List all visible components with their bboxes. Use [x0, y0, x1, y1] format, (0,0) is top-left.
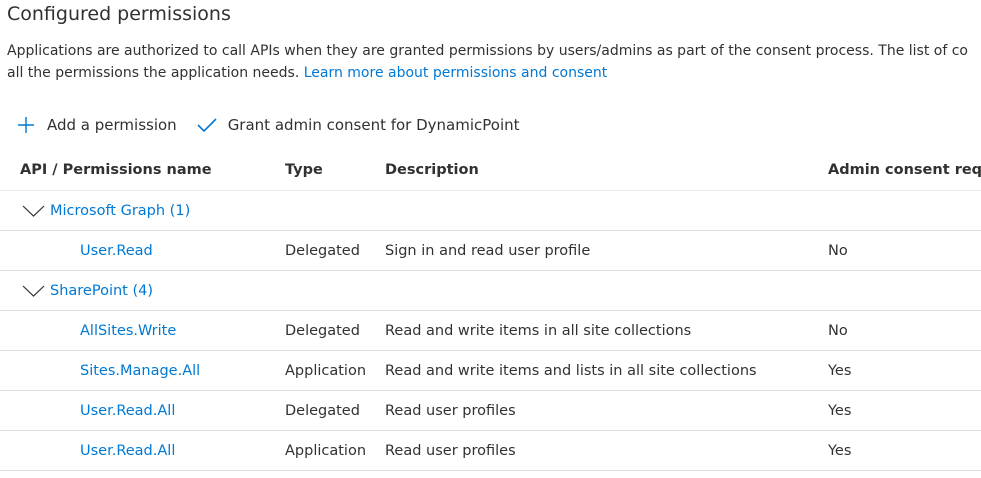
- group-toggle-microsoft-graph[interactable]: Microsoft Graph (1): [22, 191, 190, 230]
- chevron-down-icon: [22, 204, 50, 218]
- configured-permissions-panel: Configured permissions Applications are …: [0, 0, 981, 478]
- group-row-sharepoint: SharePoint (4): [0, 271, 981, 311]
- permission-type: Delegated: [285, 322, 360, 339]
- admin-consent-required: Yes: [828, 442, 852, 459]
- add-permission-button[interactable]: Add a permission: [16, 115, 177, 135]
- table-row: AllSites.Write Delegated Read and write …: [0, 311, 981, 351]
- permission-description: Read user profiles: [385, 442, 516, 459]
- grant-admin-consent-button[interactable]: Grant admin consent for DynamicPoint: [196, 116, 520, 134]
- table-row: User.Read.All Delegated Read user profil…: [0, 391, 981, 431]
- plus-icon: [16, 115, 47, 135]
- admin-consent-required: No: [828, 242, 848, 259]
- add-permission-label: Add a permission: [47, 116, 177, 134]
- permission-type: Application: [285, 362, 367, 379]
- permission-name-link[interactable]: AllSites.Write: [80, 311, 176, 350]
- table-row: Sites.Manage.All Application Read and wr…: [0, 351, 981, 391]
- grant-admin-consent-label: Grant admin consent for DynamicPoint: [227, 116, 520, 134]
- permission-type: Application: [285, 442, 367, 459]
- admin-consent-required: No: [828, 322, 848, 339]
- permission-description: Read and write items in all site collect…: [385, 322, 692, 339]
- table-row: User.Read Delegated Sign in and read use…: [0, 231, 981, 271]
- command-bar: Add a permission Grant admin consent for…: [16, 113, 520, 137]
- permissions-table: API / Permissions name Type Description …: [0, 150, 981, 471]
- column-header-description[interactable]: Description: [385, 150, 479, 190]
- permission-type: Delegated: [285, 242, 360, 259]
- table-header: API / Permissions name Type Description …: [0, 150, 981, 191]
- group-label: Microsoft Graph (1): [50, 202, 191, 219]
- permission-description: Read and write items and lists in all si…: [385, 362, 757, 379]
- permission-description: Sign in and read user profile: [385, 242, 591, 259]
- checkmark-icon: [196, 116, 228, 134]
- group-row-microsoft-graph: Microsoft Graph (1): [0, 191, 981, 231]
- description-line-2-text: all the permissions the application need…: [7, 65, 300, 81]
- description-line-1: Applications are authorized to call APIs…: [7, 43, 968, 59]
- permission-name-link[interactable]: User.Read.All: [80, 391, 175, 430]
- group-toggle-sharepoint[interactable]: SharePoint (4): [22, 271, 153, 310]
- description-line-2: all the permissions the application need…: [7, 62, 981, 84]
- description: Applications are authorized to call APIs…: [7, 40, 981, 84]
- permission-name-link[interactable]: User.Read: [80, 231, 153, 270]
- admin-consent-required: Yes: [828, 402, 852, 419]
- column-header-type[interactable]: Type: [285, 150, 323, 190]
- permission-description: Read user profiles: [385, 402, 516, 419]
- page-title: Configured permissions: [7, 3, 231, 25]
- chevron-down-icon: [22, 284, 50, 298]
- learn-more-link[interactable]: Learn more about permissions and consent: [304, 65, 608, 81]
- table-row: User.Read.All Application Read user prof…: [0, 431, 981, 471]
- permission-type: Delegated: [285, 402, 360, 419]
- column-header-name[interactable]: API / Permissions name: [20, 150, 212, 190]
- group-label: SharePoint (4): [50, 282, 153, 299]
- permission-name-link[interactable]: User.Read.All: [80, 431, 175, 470]
- admin-consent-required: Yes: [828, 362, 852, 379]
- permission-name-link[interactable]: Sites.Manage.All: [80, 351, 200, 390]
- column-header-admin-consent[interactable]: Admin consent requ.: [828, 150, 981, 190]
